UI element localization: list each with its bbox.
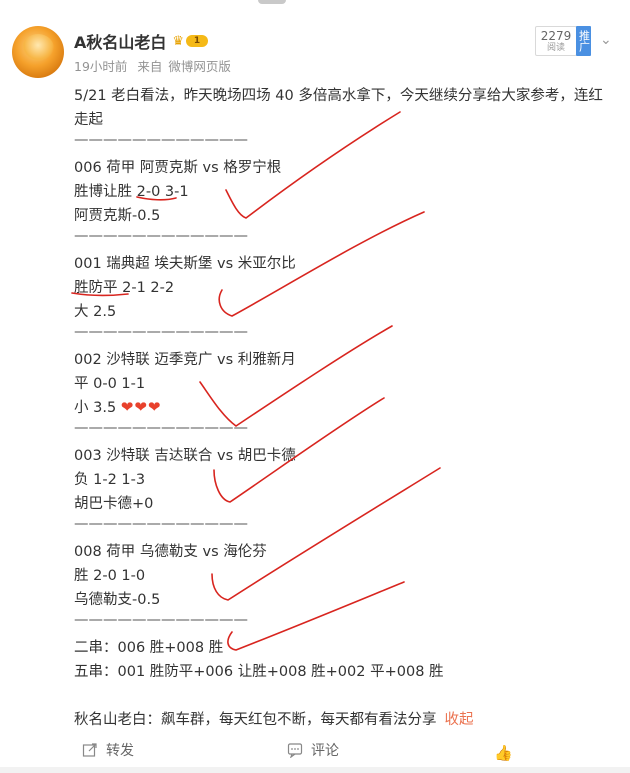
- match-pick: 胜 2-0 1-0: [74, 568, 146, 584]
- match-pick: 负 1-2 1-3: [74, 472, 146, 488]
- divider: ————————————: [74, 132, 248, 148]
- match-handicap-row: 小 3.5 ❤❤❤: [74, 396, 162, 417]
- checkmark-annotation: [227, 581, 405, 651]
- like-icon[interactable]: 👍: [494, 744, 513, 762]
- action-bar: 转发 评论: [0, 738, 630, 760]
- match-title: 006 荷甲 阿贾克斯 vs 格罗宁根: [74, 160, 282, 176]
- intro-line-1: 5/21 老白看法，昨天晚场四场 40 多倍高水拿下，今天继续分享给大家参考，连…: [74, 88, 603, 104]
- read-count-box: 2279 阅读: [535, 26, 577, 56]
- match-title: 003 沙特联 吉达联合 vs 胡巴卡德: [74, 448, 296, 464]
- avatar[interactable]: [12, 26, 64, 78]
- intro-line-2: 走起: [74, 112, 103, 128]
- match-pick: 胜防平 2-1 2-2: [74, 280, 175, 296]
- match-handicap: 乌德勒支-0.5: [74, 592, 161, 608]
- promote-button[interactable]: 推广: [576, 26, 591, 56]
- source-prefix: 来自: [137, 59, 163, 74]
- chevron-down-icon[interactable]: ⌄: [600, 32, 612, 48]
- post-source: 微博网页版: [168, 59, 231, 74]
- parlay-five: 五串：001 胜防平+006 让胜+008 胜+002 平+008 胜: [74, 664, 444, 680]
- divider: ————————————: [74, 228, 248, 244]
- match-handicap: 胡巴卡德+0: [74, 496, 154, 512]
- divider: ————————————: [74, 612, 248, 628]
- comment-label: 评论: [311, 743, 339, 759]
- forward-label: 转发: [106, 743, 134, 759]
- forward-button[interactable]: 转发: [82, 740, 134, 760]
- post-time[interactable]: 19小时前: [74, 59, 127, 74]
- match-pick: 胜博让胜 2-0 3-1: [74, 184, 189, 200]
- match-handicap: 阿贾克斯-0.5: [74, 208, 161, 224]
- parlay-two: 二串：006 胜+008 胜: [74, 640, 224, 656]
- match-title: 001 瑞典超 埃夫斯堡 vs 米亚尔比: [74, 256, 296, 272]
- match-title: 002 沙特联 迈季竞广 vs 利雅新月: [74, 352, 296, 368]
- read-count: 2279: [540, 29, 572, 43]
- read-label: 阅读: [546, 43, 565, 53]
- crown-icon: ♛: [172, 33, 185, 49]
- author-row: A秋名山老白 ♛ 1: [74, 29, 209, 53]
- top-indicator: [258, 0, 286, 4]
- match-handicap: 小 3.5: [74, 400, 117, 416]
- checkmark-annotation: [211, 467, 441, 601]
- match-title: 008 荷甲 乌德勒支 vs 海伦芬: [74, 544, 267, 560]
- forward-icon: [82, 743, 97, 757]
- collapse-link[interactable]: 收起: [445, 712, 474, 728]
- heart-icon: ❤❤❤: [120, 398, 162, 416]
- checkmark-annotation: [199, 325, 393, 427]
- comment-button[interactable]: 评论: [287, 740, 339, 760]
- match-pick: 平 0-0 1-1: [74, 376, 146, 392]
- footer-text: 秋名山老白：飙车群，每天红包不断，每天都有看法分享: [74, 712, 437, 728]
- author-name[interactable]: A秋名山老白: [74, 29, 166, 53]
- divider: ————————————: [74, 324, 248, 340]
- bottom-strip: [0, 767, 630, 773]
- match-handicap: 大 2.5: [74, 304, 117, 320]
- post-meta: 19小时前 来自 微博网页版: [74, 56, 237, 75]
- divider: ————————————: [74, 420, 248, 436]
- divider: ————————————: [74, 516, 248, 532]
- comment-icon: [287, 743, 303, 758]
- vip-level-badge[interactable]: 1: [186, 35, 209, 47]
- footer-row: 秋名山老白：飙车群，每天红包不断，每天都有看法分享 收起: [74, 708, 474, 729]
